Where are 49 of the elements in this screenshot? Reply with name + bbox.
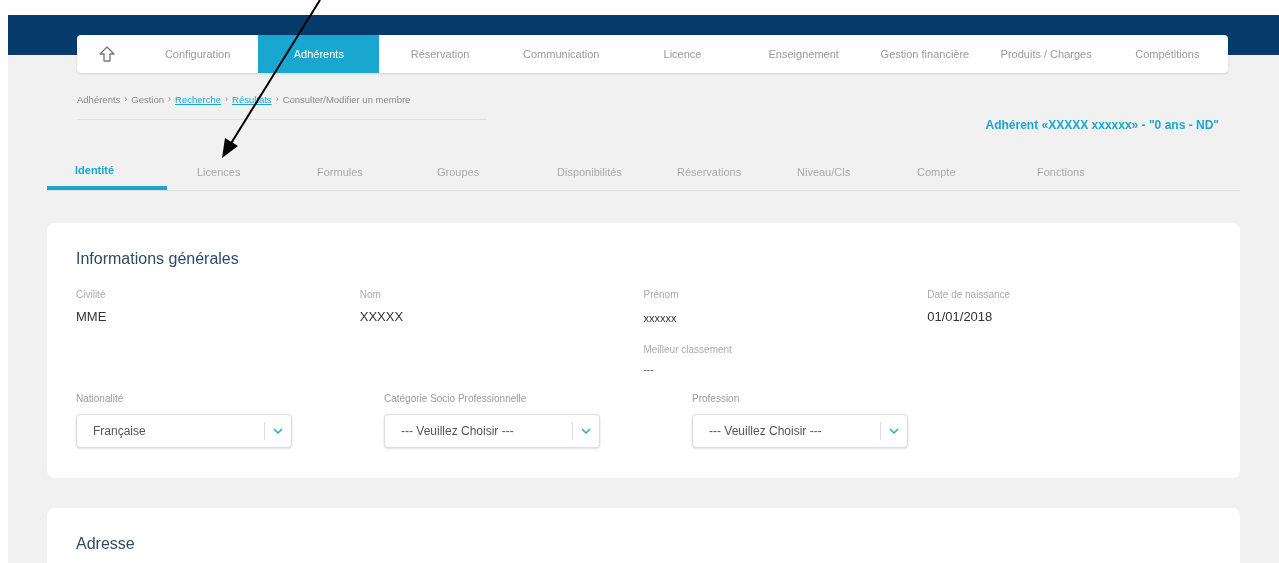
field-value: --- xyxy=(643,362,654,377)
nav-tab[interactable]: Produits / Charges xyxy=(985,35,1107,73)
breadcrumb-link[interactable]: Recherche xyxy=(175,93,221,108)
section-tab[interactable]: Niveau/Cls xyxy=(767,158,887,191)
home-icon xyxy=(98,45,116,63)
nav-tab[interactable]: Gestion financière xyxy=(864,35,986,73)
nav-tab[interactable]: Enseignement xyxy=(743,35,865,73)
field-value: xxxxxx xyxy=(643,311,677,327)
breadcrumb-separator: › xyxy=(275,93,279,107)
breadcrumb-separator: › xyxy=(124,93,128,107)
section-title: Adresse xyxy=(76,533,135,554)
breadcrumb-item: Gestion xyxy=(131,93,165,107)
select-field[interactable]: Française xyxy=(76,413,292,448)
field-label: Profession xyxy=(692,391,741,406)
nav-tab[interactable]: Configuration xyxy=(137,35,259,73)
field-label: Civilité xyxy=(76,288,106,303)
field-label: Meilleur classement xyxy=(643,342,732,357)
nav-tab[interactable]: Communication xyxy=(500,35,622,73)
section-tab[interactable]: Licences xyxy=(167,158,287,191)
select-field[interactable]: --- Veuillez Choisir --- xyxy=(692,413,908,448)
nav-tab[interactable]: Adhérents xyxy=(258,35,380,73)
section-tab[interactable]: Compte xyxy=(887,158,1007,191)
nav-tab[interactable]: Licence xyxy=(621,35,744,73)
chevron-down-icon xyxy=(581,427,591,434)
chevron-down-icon xyxy=(273,427,283,434)
field-label: Prénom xyxy=(643,288,679,303)
section-tab[interactable]: Disponibilités xyxy=(527,158,647,191)
field-label: Nom xyxy=(359,288,381,303)
chevron-down-icon xyxy=(889,427,899,434)
field-label: Catégorie Socio Professionnelle xyxy=(384,391,528,406)
field-label: Nationalité xyxy=(76,391,125,406)
nav-tab[interactable]: Réservation xyxy=(379,35,501,73)
breadcrumb-separator: › xyxy=(225,93,228,107)
section-tab[interactable]: Formules xyxy=(287,158,407,191)
nav-tab[interactable]: Compétitions xyxy=(1106,35,1228,73)
section-tab[interactable]: Fonctions xyxy=(1007,158,1127,191)
section-tab[interactable]: Réservations xyxy=(647,158,767,191)
field-value: 01/01/2018 xyxy=(927,308,993,327)
section-tab[interactable]: Identité xyxy=(47,158,167,191)
breadcrumb-separator: › xyxy=(168,93,172,107)
field-label: Date de naissance xyxy=(927,288,1011,303)
section-tab[interactable]: Groupes xyxy=(407,158,527,191)
field-value: XXXXX xyxy=(359,308,404,327)
breadcrumb-item: Adhérents xyxy=(77,93,121,107)
breadcrumb-item: Consulter/Modifier un membre xyxy=(282,93,411,107)
member-title: Adhérent «XXXXX xxxxxx» - "0 ans - ND" xyxy=(985,117,1219,135)
section-title: Informations générales xyxy=(76,249,239,270)
select-field[interactable]: --- Veuillez Choisir --- xyxy=(384,413,600,448)
field-value: MME xyxy=(76,308,107,327)
